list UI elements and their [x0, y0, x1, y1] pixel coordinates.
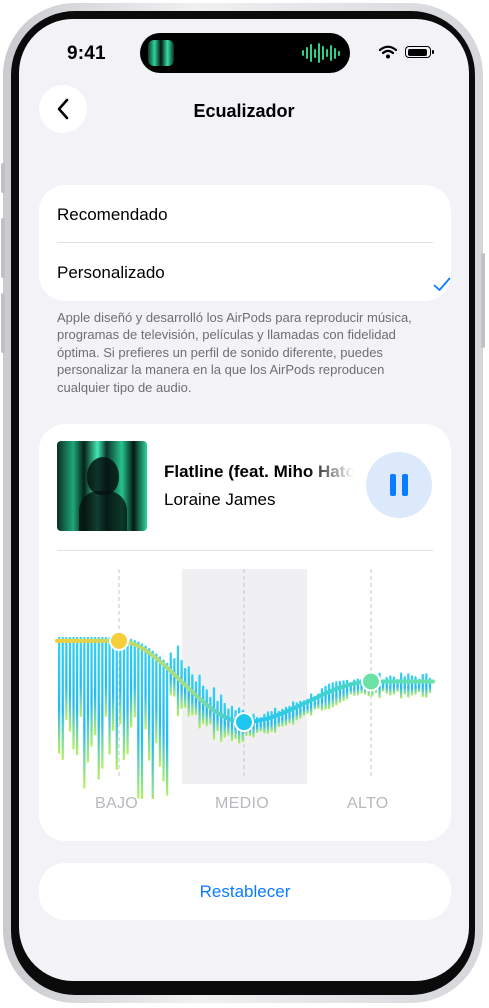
spectrum-bar	[140, 643, 144, 799]
spectrum-bar	[162, 659, 165, 782]
checkmark-icon	[433, 277, 451, 291]
spectrum-bar	[94, 636, 97, 736]
spectrum-bar	[227, 708, 230, 736]
spectrum-bar	[58, 636, 61, 754]
pause-icon	[387, 474, 411, 496]
spectrum-bar	[335, 681, 338, 706]
option-personalizado[interactable]: Personalizado	[57, 263, 433, 283]
spectrum-bar	[216, 700, 219, 732]
spectrum-bar	[137, 641, 140, 799]
spectrum-bar	[263, 713, 266, 734]
spectrum-bar	[274, 707, 277, 734]
wifi-icon	[379, 45, 397, 59]
player-card: Flatline (feat. Miho Hatori) Loraine Jam…	[39, 424, 451, 841]
album-artwork	[57, 441, 147, 531]
profile-card: Recomendado Personalizado	[39, 185, 451, 301]
spectrum-bar	[389, 675, 392, 696]
spectrum-bar	[407, 673, 410, 698]
battery-icon	[405, 46, 434, 58]
spectrum-bar	[338, 680, 342, 704]
volume-down-button	[1, 293, 5, 353]
spectrum-bar	[223, 702, 226, 738]
spectrum-bar	[410, 675, 414, 696]
spectrum-bar	[65, 636, 68, 721]
spectrum-bar	[414, 676, 417, 695]
spectrum-bar	[266, 711, 270, 734]
divider	[57, 550, 433, 551]
spectrum-bar	[425, 673, 428, 698]
spectrum-bar	[79, 636, 82, 717]
spectrum-bar	[230, 705, 234, 742]
spectrum-bar	[342, 680, 345, 702]
spectrum-bar	[83, 636, 86, 789]
spectrum-bar	[331, 682, 334, 708]
action-button	[1, 163, 5, 193]
spectrum-bar	[148, 648, 151, 761]
band-label-bajo: BAJO	[95, 795, 138, 812]
spectrum-bar	[122, 637, 126, 761]
screen: 9:41 Ecualizador Recomendado Personaliza…	[19, 19, 469, 981]
audio-waveform-icon	[302, 42, 340, 64]
now-playing-artwork-icon	[148, 40, 174, 66]
spectrum-bar	[151, 650, 154, 799]
spectrum-bar	[328, 683, 331, 710]
spectrum-bar	[72, 636, 75, 750]
side-button	[481, 253, 485, 348]
spectrum-bar	[90, 636, 93, 747]
page-title: Ecualizador	[193, 101, 295, 121]
artist-name: Loraine James	[164, 490, 276, 509]
spectrum-bar	[115, 636, 118, 771]
spectrum-bar	[158, 656, 162, 767]
spectrum-bar	[320, 688, 324, 711]
spectrum-bar	[220, 694, 223, 743]
spectrum-bar	[324, 685, 327, 710]
spectrum-bar	[68, 636, 72, 732]
band-label-medio: MEDIO	[215, 795, 269, 812]
eq-handle-medio[interactable]	[234, 712, 254, 733]
status-time: 9:41	[67, 43, 106, 64]
spectrum-bar	[400, 672, 403, 699]
spectrum-bar	[112, 636, 115, 731]
pause-button[interactable]	[366, 452, 432, 518]
footnote-text: Apple diseñó y desarrolló los AirPods pa…	[57, 310, 412, 395]
spectrum-bar	[346, 679, 349, 700]
eq-handle-bajo[interactable]	[109, 630, 129, 651]
spectrum-bar	[130, 638, 133, 728]
spectrum-bar	[126, 637, 129, 755]
spectrum-bar	[133, 640, 136, 718]
spectrum-bar	[212, 687, 216, 740]
song-title: Flatline (feat. Miho Hatori)	[164, 462, 354, 481]
spectrum-bar	[292, 701, 295, 725]
equalizer-graph[interactable]	[39, 569, 451, 799]
spectrum-bar	[97, 636, 100, 780]
spectrum-bar	[104, 636, 108, 717]
eq-handle-alto[interactable]	[361, 671, 381, 692]
spectrum-bar	[270, 711, 273, 733]
spectrum-bar	[61, 636, 64, 761]
spectrum-bar	[86, 636, 90, 763]
option-recomendado[interactable]: Recomendado	[57, 205, 433, 225]
reset-button[interactable]: Restablecer	[39, 863, 451, 920]
divider	[57, 242, 433, 243]
dynamic-island[interactable]	[140, 33, 350, 73]
spectrum-bar	[310, 693, 313, 716]
status-icons	[379, 45, 434, 59]
band-label-alto: ALTO	[347, 795, 389, 812]
spectrum-bar	[101, 636, 104, 769]
spectrum-bar	[421, 673, 424, 698]
spectrum-bar	[76, 636, 79, 756]
spectrum-bar	[144, 645, 147, 730]
volume-up-button	[1, 218, 5, 278]
spectrum-bar	[392, 676, 396, 695]
spectrum-bar	[108, 636, 111, 755]
spectrum-bar	[155, 653, 158, 744]
spectrum-bar	[166, 662, 169, 796]
spectrum-bar	[403, 676, 406, 695]
